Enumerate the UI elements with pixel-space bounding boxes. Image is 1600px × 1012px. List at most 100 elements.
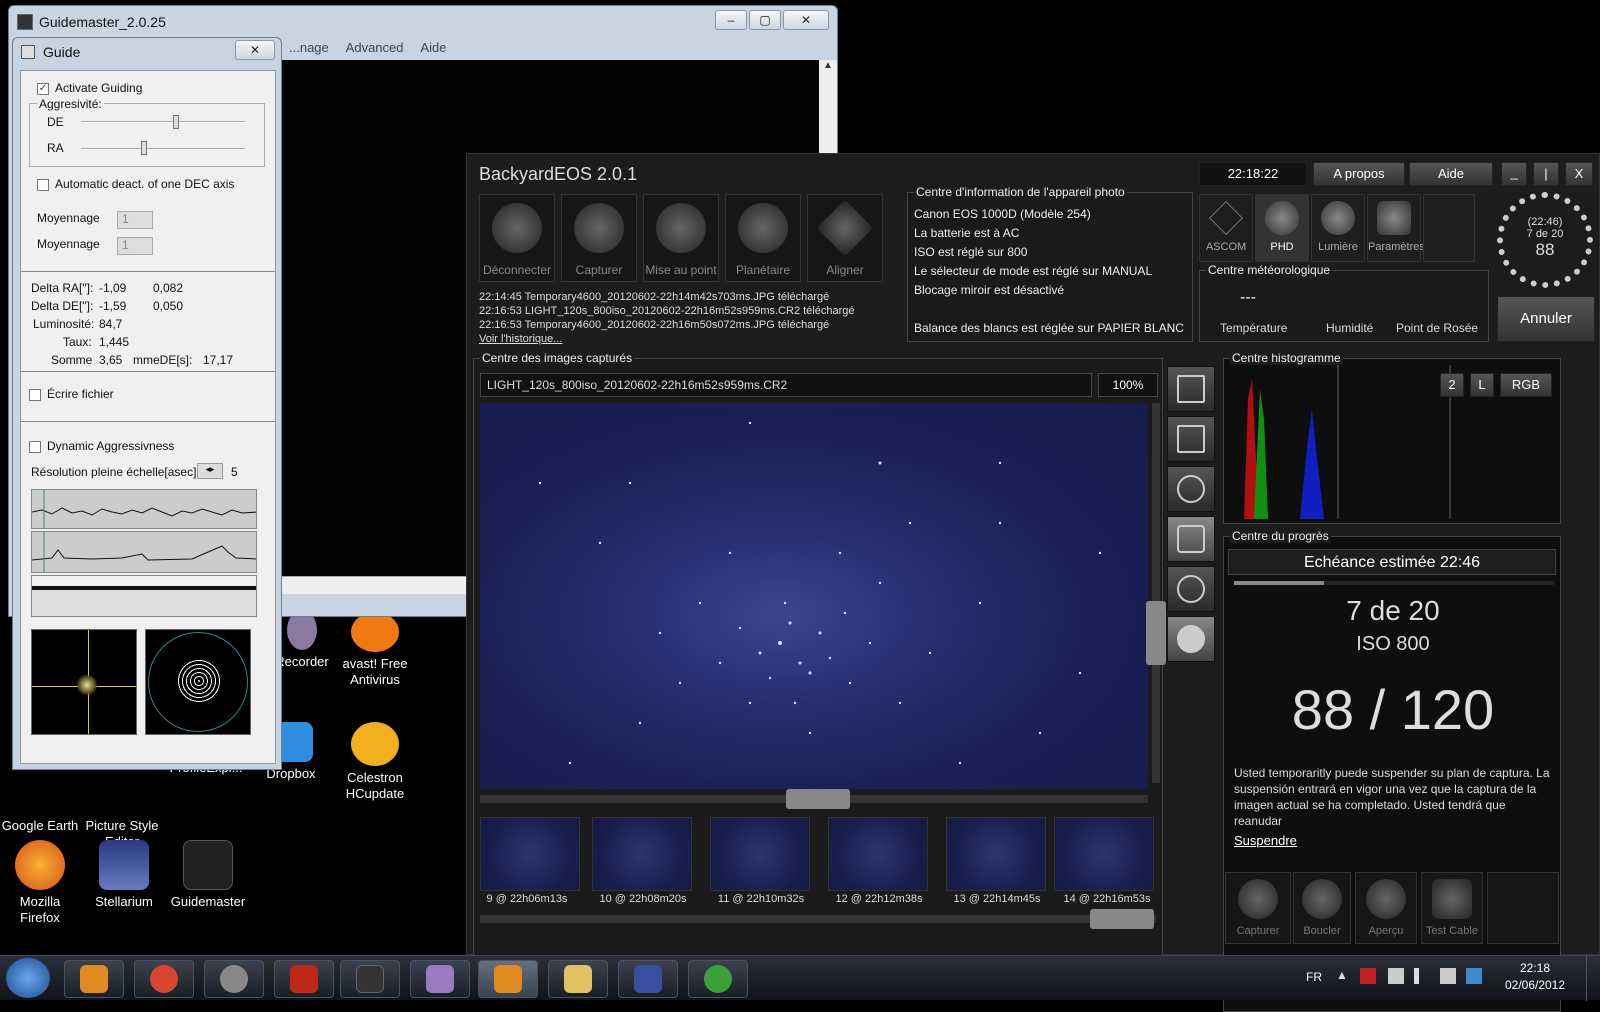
histogram-rgb-button[interactable]: RGB (1500, 373, 1552, 397)
settings-button[interactable]: Paramètres (1367, 194, 1425, 262)
phd-button[interactable]: PHD (1255, 194, 1309, 262)
de-slider-thumb[interactable] (173, 115, 179, 129)
desktop-icon-avast[interactable]: avast! Free Antivirus (335, 612, 415, 688)
thumbnail-13[interactable] (946, 817, 1046, 891)
dialog-icon (21, 45, 35, 59)
loop-button[interactable]: Boucler (1293, 872, 1351, 944)
cable-icon (1432, 879, 1472, 919)
taskbar-app-media-player[interactable] (64, 960, 124, 998)
tray-expand-icon[interactable]: ▲ (1336, 968, 1348, 982)
desktop-icon-guidemaster[interactable]: Guidemaster (168, 840, 248, 910)
write-file-checkbox[interactable] (29, 388, 41, 401)
capture-button[interactable]: Capturer (1225, 872, 1291, 944)
thumbnail-label: 13 @ 22h14m45s (953, 893, 1041, 905)
aide-button[interactable]: Aide (1409, 162, 1493, 186)
menu-item-aide[interactable]: Aide (420, 40, 446, 55)
align-button[interactable]: Aligner (807, 194, 883, 282)
de-slider-track (81, 121, 245, 123)
power-icon[interactable] (1388, 968, 1404, 984)
security-icon[interactable] (1466, 968, 1482, 984)
temperature-value: --- (1240, 289, 1256, 306)
side-button-ring[interactable] (1167, 566, 1215, 612)
menu-item-image[interactable]: ...nage (289, 40, 329, 55)
taskbar-app-explorer[interactable] (548, 960, 608, 998)
close-button[interactable]: ✕ (235, 40, 275, 60)
ra-slider-thumb[interactable] (141, 141, 147, 155)
side-button-slideshow[interactable] (1167, 416, 1215, 462)
taskbar-app-utorrent[interactable] (688, 960, 748, 998)
histogram-l-button[interactable]: L (1470, 373, 1494, 397)
resolution-spinner[interactable]: ◂▸ (197, 463, 223, 479)
image-vertical-scrollbar[interactable] (1146, 403, 1166, 783)
thumbnail-scrollbar[interactable] (480, 909, 1156, 929)
guidemaster-icon (356, 965, 384, 993)
side-button-expand[interactable] (1167, 366, 1215, 412)
focus-button[interactable]: Mise au point (643, 194, 719, 282)
side-button-cube[interactable] (1167, 516, 1215, 562)
maximize-button[interactable]: ▢ (749, 10, 781, 30)
minimize-button[interactable]: – (715, 10, 747, 30)
camera-info-panel: Centre d'information de l'appareil photo… (907, 185, 1193, 342)
test-cable-button[interactable]: Test Cable (1421, 872, 1483, 944)
volume-icon[interactable] (1440, 968, 1456, 984)
scroll-up-arrow-icon[interactable]: ▲ (819, 60, 837, 78)
thumbnail-14[interactable] (1054, 817, 1154, 891)
zoom-field[interactable]: 100% (1098, 373, 1158, 397)
apropos-button[interactable]: A propos (1313, 162, 1405, 186)
maximize-button[interactable]: | (1533, 162, 1559, 186)
thumbnail-12[interactable] (828, 817, 928, 891)
thumbnail-10[interactable] (592, 817, 692, 891)
thumbnail-9[interactable] (480, 817, 580, 891)
scroll-thumb[interactable] (786, 789, 850, 809)
desktop-icon-google-earth[interactable]: Google Earth (0, 760, 80, 834)
dynamic-checkbox[interactable] (29, 440, 41, 453)
minimize-button[interactable]: _ (1501, 162, 1527, 186)
moyennage-spinner-1[interactable]: 1 (117, 211, 153, 229)
disconnect-button[interactable]: Déconnecter (479, 194, 555, 282)
close-button[interactable]: X (1565, 162, 1593, 186)
menu-item-advanced[interactable]: Advanced (346, 40, 404, 55)
progress-dial: (22:46) 7 de 20 88 (1497, 192, 1593, 288)
clock[interactable]: 22:18 02/06/2012 (1500, 960, 1570, 994)
clock-time: 22:18 (1519, 961, 1551, 975)
capture-tool-button[interactable]: Capturer (561, 194, 637, 282)
desktop-icon-celestron[interactable]: Celestron HCupdate (335, 722, 415, 802)
desktop-icon-firefox[interactable]: Mozilla Firefox (0, 840, 80, 926)
histogram-2-button[interactable]: 2 (1440, 373, 1464, 397)
somme-label: Somme (51, 353, 93, 367)
taskbar-app-chrome[interactable] (134, 960, 194, 998)
thumbnail-11[interactable] (710, 817, 810, 891)
taskbar-app-backyardeos[interactable] (478, 960, 538, 998)
moyennage-spinner-2[interactable]: 1 (117, 237, 153, 255)
taskbar-app-profile[interactable] (410, 960, 470, 998)
star-crosshair-view[interactable] (31, 629, 137, 735)
preview-button[interactable]: Aperçu (1355, 872, 1417, 944)
light-button[interactable]: Lumière (1311, 194, 1365, 262)
taskbar-app-stellarium[interactable] (618, 960, 678, 998)
desktop-icon-picture-style-editor[interactable]: Picture Style Editor (82, 760, 162, 850)
network-icon[interactable] (1414, 968, 1430, 984)
start-button[interactable] (6, 958, 50, 998)
show-desktop-button[interactable] (1586, 956, 1600, 1001)
activate-guiding-checkbox[interactable]: ✓ (37, 82, 49, 95)
ascom-button[interactable]: ASCOM (1199, 194, 1253, 262)
scroll-thumb[interactable] (1146, 601, 1166, 665)
scroll-thumb[interactable] (1090, 909, 1154, 929)
desktop-icon-stellarium[interactable]: Stellarium (84, 840, 164, 910)
taskbar-app-guidemaster[interactable] (340, 960, 400, 998)
captured-image[interactable] (480, 403, 1148, 789)
suspend-link[interactable]: Suspendre (1234, 833, 1297, 848)
taskbar-app-sphere[interactable] (204, 960, 264, 998)
taskbar-app-red-tool[interactable] (274, 960, 334, 998)
close-button[interactable]: ✕ (783, 10, 829, 30)
language-indicator[interactable]: FR (1306, 970, 1322, 984)
flag-icon[interactable] (1360, 968, 1376, 984)
planetary-button[interactable]: Planétaire (725, 194, 801, 282)
frames-display: 88 / 120 (1291, 678, 1495, 741)
auto-deact-checkbox[interactable] (37, 178, 49, 191)
image-horizontal-scrollbar[interactable] (480, 789, 1148, 809)
side-button-paw[interactable] (1167, 616, 1215, 662)
history-link[interactable]: Voir l'historique... (479, 332, 854, 346)
side-button-target[interactable] (1167, 466, 1215, 512)
cancel-button[interactable]: Annuler (1497, 296, 1595, 342)
